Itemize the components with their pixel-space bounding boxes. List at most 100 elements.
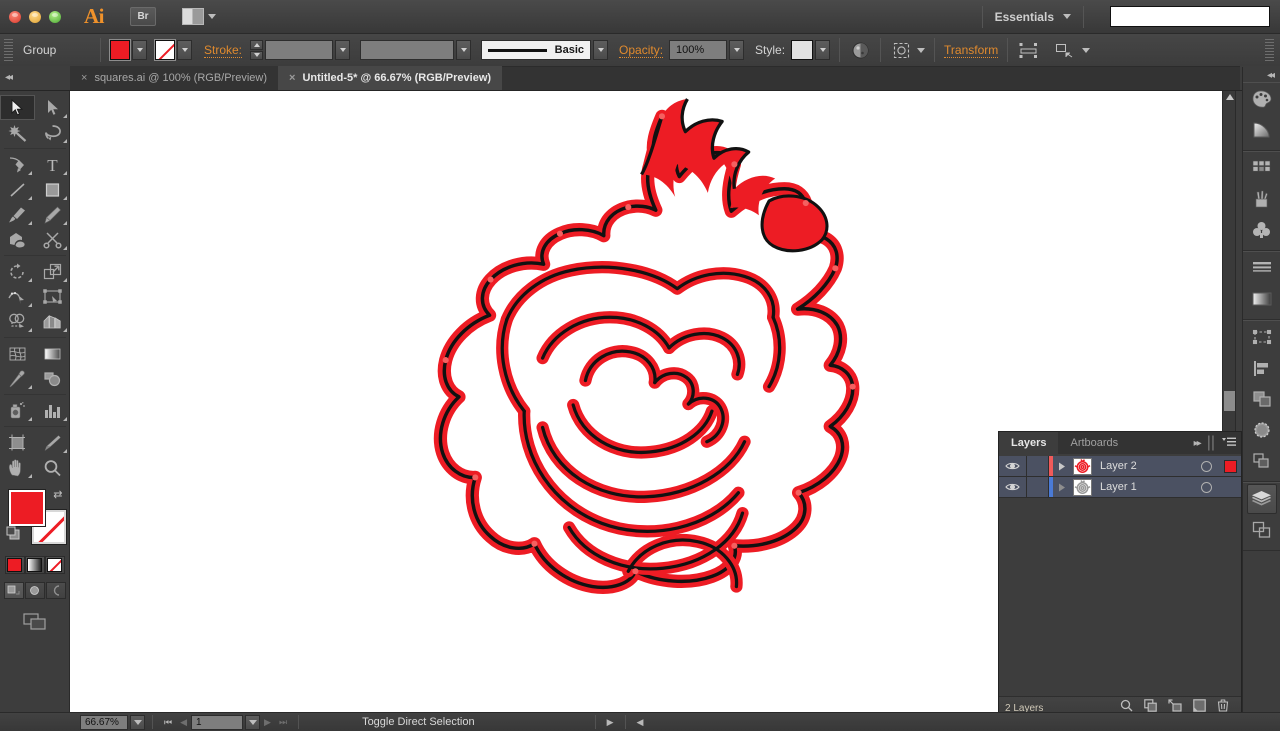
selection-tool[interactable] [0, 95, 35, 120]
opacity-input[interactable]: 100% [669, 40, 728, 60]
stroke-control[interactable] [154, 39, 192, 61]
layer-row-2[interactable]: Layer 2 [999, 456, 1241, 477]
transform-link[interactable]: Transform [944, 43, 999, 58]
workspace-switcher-label[interactable]: Essentials [995, 10, 1054, 24]
expand-dock-icon[interactable]: ◂◂ [1267, 70, 1275, 81]
layer-name-label[interactable]: Layer 1 [1092, 481, 1193, 493]
expand-layer-icon[interactable] [1053, 483, 1071, 492]
rotate-tool[interactable] [0, 259, 35, 284]
stepper-up-button[interactable] [250, 40, 264, 50]
free-transform-tool[interactable] [35, 284, 70, 309]
layer-name-label[interactable]: Layer 2 [1092, 460, 1193, 472]
fill-dropdown-button[interactable] [132, 40, 147, 60]
none-mode-button[interactable] [44, 556, 65, 574]
close-icon[interactable]: × [81, 72, 87, 84]
layers-empty-area[interactable] [999, 498, 1241, 696]
chevron-down-icon[interactable] [1063, 14, 1071, 19]
swap-fill-stroke-icon[interactable]: ⇄ [53, 488, 62, 501]
expand-layer-icon[interactable] [1053, 462, 1071, 471]
graphic-style-swatch[interactable] [791, 40, 814, 60]
chevron-down-icon[interactable] [917, 47, 926, 53]
direct-selection-tool[interactable] [35, 95, 70, 120]
align-icon[interactable] [1017, 39, 1039, 61]
minimize-button[interactable] [29, 10, 41, 23]
stroke-dropdown-button[interactable] [177, 40, 192, 60]
layers-icon[interactable] [1246, 484, 1277, 514]
color-palette-icon[interactable] [1247, 84, 1277, 114]
shape-builder-tool[interactable] [0, 309, 35, 334]
gradient-icon[interactable] [1247, 284, 1277, 314]
column-graph-tool[interactable] [35, 398, 70, 423]
magic-wand-tool[interactable] [0, 120, 35, 145]
next-artboard-button[interactable]: ▶ [264, 717, 271, 728]
isolate-selected-icon[interactable] [890, 39, 912, 61]
document-tab-untitled5[interactable]: × Untitled-5* @ 66.67% (RGB/Preview) [278, 66, 503, 90]
stroke-weight-input[interactable] [265, 40, 334, 60]
visibility-toggle-icon[interactable] [999, 456, 1027, 476]
control-bar-grip[interactable] [4, 39, 13, 61]
target-indicator-icon[interactable] [1193, 460, 1219, 472]
paintbrush-tool[interactable] [0, 202, 35, 227]
draw-behind-button[interactable] [24, 582, 45, 599]
pathfinder-icon[interactable] [1247, 384, 1277, 414]
symbols-icon[interactable] [1247, 215, 1277, 245]
stroke-weight-stepper[interactable] [250, 40, 264, 60]
artboard-tool[interactable] [0, 430, 35, 455]
style-dropdown-button[interactable] [815, 40, 831, 60]
selection-indicator[interactable] [1219, 459, 1241, 473]
color-mode-button[interactable] [4, 556, 25, 574]
opacity-dropdown-button[interactable] [729, 40, 745, 60]
pencil-tool[interactable] [35, 202, 70, 227]
transparency-icon[interactable] [1247, 415, 1277, 445]
type-tool[interactable]: T [35, 152, 70, 177]
brush-definition-control[interactable]: Basic [481, 40, 592, 60]
stepper-down-button[interactable] [250, 50, 264, 60]
target-indicator-icon[interactable] [1193, 481, 1219, 493]
pen-tool[interactable] [0, 152, 35, 177]
tab-layers[interactable]: Layers [999, 432, 1059, 454]
line-segment-tool[interactable] [0, 177, 35, 202]
rectangle-tool[interactable] [35, 177, 70, 202]
scroll-up-icon[interactable] [1226, 94, 1234, 100]
stroke-icon[interactable] [1247, 253, 1277, 283]
panel-menu-icon[interactable] [1222, 434, 1236, 452]
chevron-down-icon[interactable] [1082, 47, 1091, 53]
lock-toggle[interactable] [1027, 477, 1049, 497]
control-bar-menu-grip[interactable] [1265, 39, 1274, 61]
slice-tool[interactable] [35, 430, 70, 455]
zoom-button[interactable] [49, 10, 61, 23]
hand-tool[interactable] [0, 455, 35, 480]
brushes-icon[interactable] [1247, 184, 1277, 214]
mesh-tool[interactable] [0, 341, 35, 366]
stroke-weight-dropdown[interactable] [335, 40, 351, 60]
close-icon[interactable]: × [289, 72, 295, 84]
stroke-swatch[interactable] [154, 39, 176, 61]
gradient-mode-button[interactable] [24, 556, 45, 574]
first-artboard-button[interactable]: ⏮ [164, 717, 172, 728]
color-guide-icon[interactable] [1247, 115, 1277, 145]
zoom-level-input[interactable]: 66.67% [80, 714, 128, 730]
screen-mode-button[interactable] [0, 613, 69, 631]
width-tool[interactable] [0, 284, 35, 309]
scrollbar-thumb[interactable] [1224, 391, 1235, 411]
stroke-label[interactable]: Stroke: [204, 43, 243, 58]
previous-artboard-button[interactable]: ◀ [180, 717, 187, 728]
bridge-button[interactable]: Br [130, 7, 156, 26]
document-tab-squares[interactable]: × squares.ai @ 100% (RGB/Preview) [70, 66, 278, 90]
transform-icon[interactable] [1247, 322, 1277, 352]
swatches-icon[interactable] [1247, 153, 1277, 183]
scale-tool[interactable] [35, 259, 70, 284]
eraser-tool[interactable] [35, 227, 70, 252]
default-fill-stroke-icon[interactable] [6, 526, 21, 546]
symbol-sprayer-tool[interactable] [0, 398, 35, 423]
collapse-to-icons-icon[interactable]: ▸▸ [1194, 438, 1202, 449]
arrange-documents-button[interactable] [182, 8, 216, 25]
visibility-toggle-icon[interactable] [999, 477, 1027, 497]
draw-inside-button[interactable] [45, 582, 66, 599]
fill-swatch[interactable] [109, 39, 131, 61]
perspective-grid-tool[interactable] [35, 309, 70, 334]
artboard-dropdown-button[interactable] [245, 714, 261, 730]
toolbar-fill-swatch[interactable] [7, 489, 46, 527]
last-artboard-button[interactable]: ⏭ [279, 717, 287, 728]
blend-tool[interactable] [35, 366, 70, 391]
